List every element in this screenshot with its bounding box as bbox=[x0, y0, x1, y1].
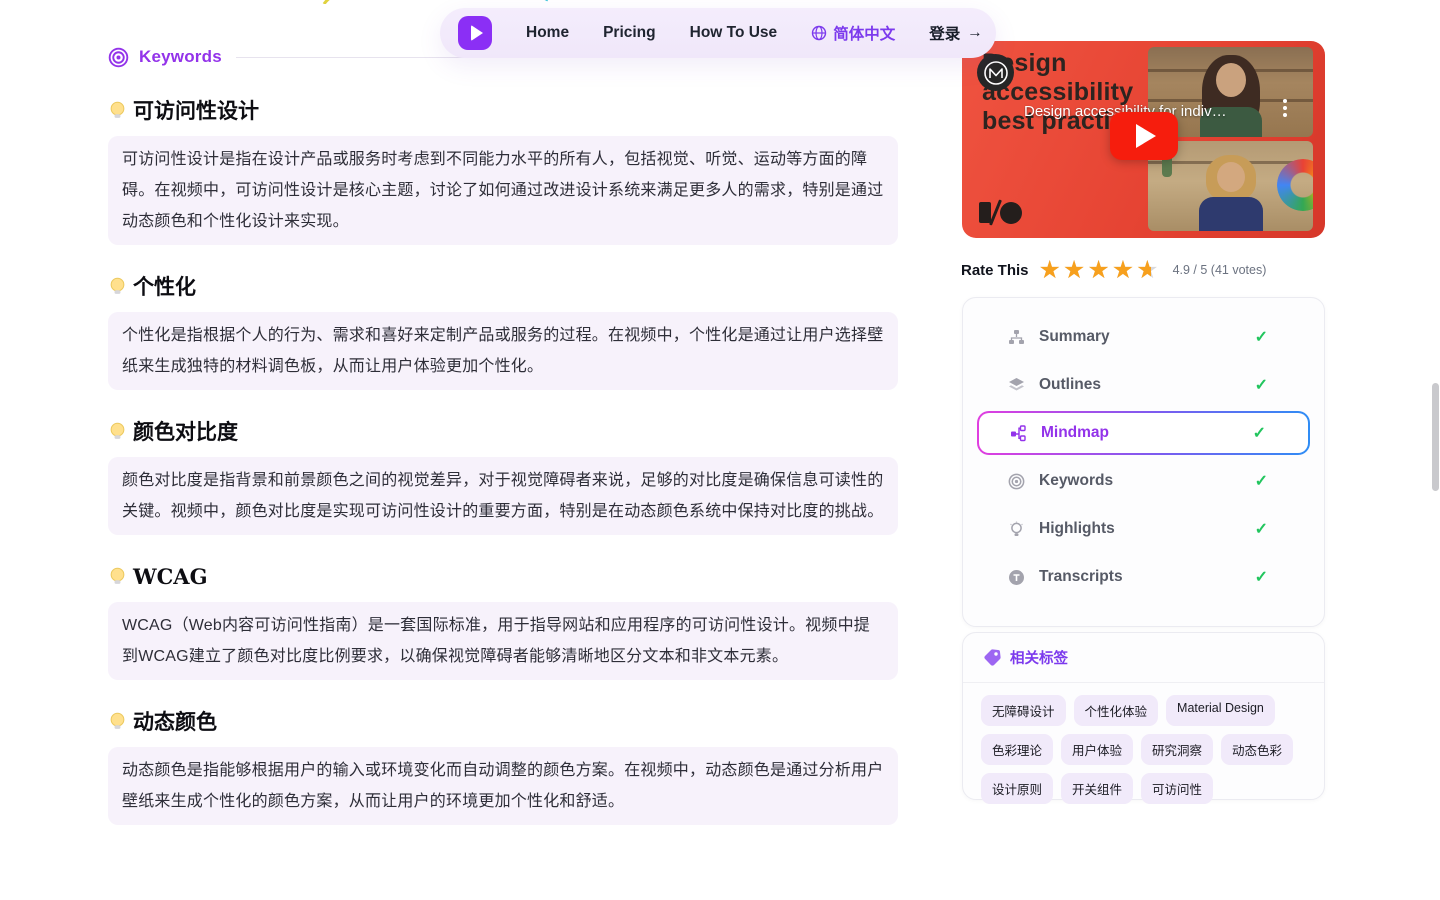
language-label: 简体中文 bbox=[833, 26, 896, 43]
mindmap-icon bbox=[1009, 424, 1027, 442]
sitemap-icon bbox=[1007, 328, 1025, 346]
menu-label: Transcripts bbox=[1039, 568, 1123, 585]
lightbulb-icon bbox=[110, 567, 125, 584]
bullseye-icon bbox=[1007, 472, 1025, 490]
keyword-title-text: 个性化 bbox=[133, 274, 196, 299]
menu-item-transcripts[interactable]: Transcripts ✓ bbox=[975, 553, 1312, 601]
video-menu-icon[interactable] bbox=[1283, 99, 1287, 117]
nav-pricing[interactable]: Pricing bbox=[603, 24, 656, 42]
nav-how-to-use[interactable]: How To Use bbox=[690, 24, 778, 42]
lightbulb-icon bbox=[110, 712, 125, 729]
youtube-video-player[interactable]: Design accessibility best practices Desi… bbox=[962, 41, 1325, 238]
bullseye-icon bbox=[108, 47, 129, 67]
layers-icon bbox=[1007, 376, 1025, 394]
scrollbar-thumb[interactable] bbox=[1432, 383, 1439, 491]
clipped-mindmap-fragment bbox=[320, 0, 550, 4]
app-logo[interactable] bbox=[458, 16, 492, 50]
keywords-panel-title: Keywords bbox=[139, 47, 222, 66]
keyword-heading: 可访问性设计 bbox=[108, 96, 898, 124]
check-icon: ✓ bbox=[1254, 569, 1268, 586]
presenter-2 bbox=[1196, 155, 1266, 231]
menu-item-highlights[interactable]: Highlights ✓ bbox=[975, 505, 1312, 553]
menu-label: Keywords bbox=[1039, 472, 1114, 489]
keyword-description: 动态颜色是指能够根据用户的输入或环境变化而自动调整的颜色方案。在视频中，动态颜色… bbox=[108, 747, 898, 825]
tag-pill[interactable]: 可访问性 bbox=[1141, 773, 1214, 804]
tag-pill[interactable]: Material Design bbox=[1166, 695, 1275, 726]
tags-list: 无障碍设计 个性化体验 Material Design 色彩理论 用户体验 研究… bbox=[963, 683, 1324, 816]
keyword-heading: 个性化 bbox=[108, 272, 898, 300]
menu-label: Mindmap bbox=[1041, 424, 1110, 441]
login-button[interactable]: 登录 → bbox=[929, 22, 983, 44]
section-menu-card: Summary ✓ Outlines ✓ Mindmap ✓ Keywords … bbox=[962, 297, 1325, 627]
keyword-description: 个性化是指根据个人的行为、需求和喜好来定制产品或服务的过程。在视频中，个性化是通… bbox=[108, 312, 898, 390]
rate-this-label: Rate This bbox=[961, 261, 1029, 279]
menu-item-summary[interactable]: Summary ✓ bbox=[975, 313, 1312, 361]
tag-pill[interactable]: 设计原则 bbox=[981, 773, 1054, 804]
yellow-connector-arc bbox=[322, 0, 330, 4]
keyword-heading: 颜色对比度 bbox=[108, 417, 898, 445]
star-rating[interactable]: ★★★★★ ★★★★★ bbox=[1038, 257, 1161, 283]
menu-item-mindmap[interactable]: Mindmap ✓ bbox=[977, 411, 1310, 455]
language-switcher[interactable]: 简体中文 bbox=[811, 22, 895, 44]
transcript-icon bbox=[1007, 568, 1025, 586]
check-icon: ✓ bbox=[1252, 425, 1266, 442]
rating-row: Rate This ★★★★★ ★★★★★ 4.9 / 5 (41 votes) bbox=[961, 256, 1325, 284]
check-icon: ✓ bbox=[1254, 473, 1268, 490]
menu-label: Highlights bbox=[1039, 520, 1115, 537]
tag-pill[interactable]: 研究洞察 bbox=[1141, 734, 1214, 765]
lightbulb-icon bbox=[110, 277, 125, 294]
tag-pill[interactable]: 个性化体验 bbox=[1073, 695, 1159, 726]
stars-filled: ★★★★★ bbox=[1038, 257, 1151, 283]
tag-pill[interactable]: 用户体验 bbox=[1061, 734, 1134, 765]
check-icon: ✓ bbox=[1254, 521, 1268, 538]
nav-home[interactable]: Home bbox=[526, 24, 569, 42]
google-io-logo bbox=[979, 199, 1022, 226]
keyword-title-text: 可访问性设计 bbox=[133, 98, 259, 123]
arrow-right-icon: → bbox=[967, 24, 983, 41]
keyword-description: 可访问性设计是指在设计产品或服务时考虑到不同能力水平的所有人，包括视觉、听觉、运… bbox=[108, 136, 898, 245]
page: Home Pricing How To Use 简体中文 登录 → Keywor… bbox=[0, 0, 1440, 900]
play-icon bbox=[470, 25, 483, 41]
related-tags-card: 相关标签 无障碍设计 个性化体验 Material Design 色彩理论 用户… bbox=[962, 632, 1325, 804]
youtube-play-button[interactable] bbox=[1110, 112, 1178, 160]
keyword-heading: WCAG bbox=[108, 562, 898, 590]
related-tags-title: 相关标签 bbox=[1010, 651, 1068, 667]
keywords-panel: Keywords 可访问性设计 可访问性设计是指在设计产品或服务时考虑到不同能力… bbox=[108, 45, 898, 825]
tag-pill[interactable]: 动态色彩 bbox=[1221, 734, 1294, 765]
lightbulb-icon bbox=[110, 101, 125, 118]
check-icon: ✓ bbox=[1254, 377, 1268, 394]
rating-score-text: 4.9 / 5 (41 votes) bbox=[1172, 263, 1267, 277]
tag-icon bbox=[984, 649, 1001, 666]
menu-label: Summary bbox=[1039, 328, 1110, 345]
check-icon: ✓ bbox=[1254, 329, 1268, 346]
globe-icon bbox=[811, 25, 827, 41]
tag-pill[interactable]: 无障碍设计 bbox=[981, 695, 1066, 726]
menu-item-outlines[interactable]: Outlines ✓ bbox=[975, 361, 1312, 409]
login-label: 登录 bbox=[929, 26, 961, 43]
tag-pill[interactable]: 色彩理论 bbox=[981, 734, 1054, 765]
play-icon bbox=[1136, 124, 1156, 148]
related-tags-header: 相关标签 bbox=[963, 633, 1324, 683]
keyword-title-text: WCAG bbox=[133, 563, 208, 589]
tag-pill[interactable]: 开关组件 bbox=[1061, 773, 1134, 804]
keyword-title-text: 颜色对比度 bbox=[133, 419, 238, 444]
material-m-icon bbox=[977, 54, 1014, 91]
lightbulb-icon bbox=[110, 422, 125, 439]
color-wheel-decoration bbox=[1277, 159, 1313, 211]
top-nav: Home Pricing How To Use 简体中文 登录 → bbox=[440, 8, 996, 58]
lightbulb-icon bbox=[1007, 520, 1025, 538]
keyword-heading: 动态颜色 bbox=[108, 707, 898, 735]
presenter-1 bbox=[1196, 55, 1266, 137]
menu-item-keywords[interactable]: Keywords ✓ bbox=[975, 457, 1312, 505]
keyword-title-text: 动态颜色 bbox=[133, 709, 217, 734]
keyword-description: WCAG（Web内容可访问性指南）是一套国际标准，用于指导网站和应用程序的可访问… bbox=[108, 602, 898, 680]
keyword-description: 颜色对比度是指背景和前景颜色之间的视觉差异，对于视觉障碍者来说，足够的对比度是确… bbox=[108, 457, 898, 535]
menu-label: Outlines bbox=[1039, 376, 1102, 393]
